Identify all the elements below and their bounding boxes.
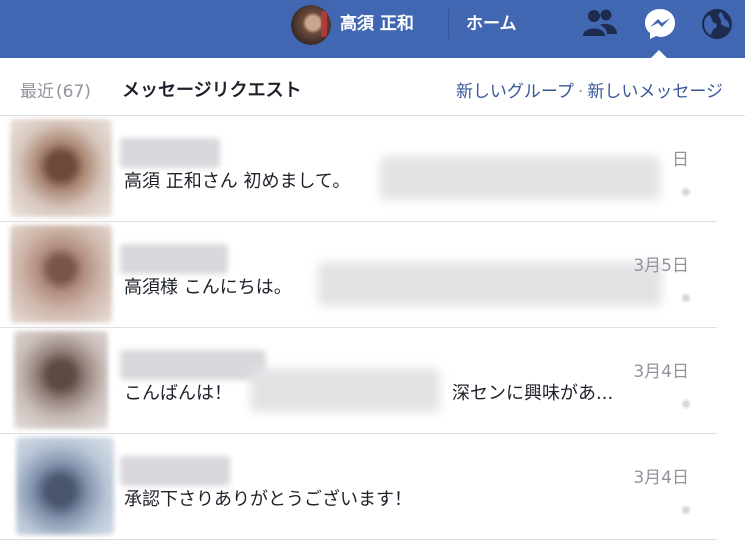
list-item[interactable]: 高須 正和さん 初めまして。 日 bbox=[0, 116, 717, 222]
message-date: 3月5日 bbox=[633, 256, 689, 276]
message-preview: 高須様 こんにちは。 bbox=[124, 277, 292, 298]
avatar bbox=[14, 331, 108, 429]
sender-name-redacted bbox=[120, 350, 266, 380]
top-navigation-bar: 高須 正和 ホーム bbox=[0, 0, 745, 59]
message-preview-tail: 深センに興味があ... bbox=[452, 383, 614, 404]
messages-header: 最近 (67) メッセージリクエスト 新しいグループ · 新しいメッセージ bbox=[0, 58, 745, 116]
message-date: 3月4日 bbox=[633, 468, 689, 488]
message-date: 3月4日 bbox=[633, 362, 689, 382]
avatar bbox=[10, 225, 112, 323]
tab-recent[interactable]: 最近 (67) bbox=[20, 77, 91, 102]
sender-name-redacted bbox=[120, 456, 230, 486]
list-item[interactable]: こんばんは！ 深センに興味があ... 3月4日 bbox=[0, 328, 717, 434]
message-preview: こんばんは！ bbox=[124, 383, 232, 404]
avatar bbox=[10, 119, 112, 217]
mark-read-icon[interactable] bbox=[681, 399, 691, 409]
messenger-icon[interactable] bbox=[640, 4, 680, 44]
header-actions: 新しいグループ · 新しいメッセージ bbox=[456, 77, 723, 102]
avatar bbox=[16, 437, 114, 535]
message-redacted bbox=[318, 262, 662, 306]
new-group-link[interactable]: 新しいグループ bbox=[456, 82, 574, 102]
profile-avatar[interactable] bbox=[291, 5, 331, 45]
profile-name-link[interactable]: 高須 正和 bbox=[340, 11, 414, 37]
tab-recent-label: 最近 bbox=[20, 82, 54, 102]
globe-icon[interactable] bbox=[697, 4, 737, 44]
tab-message-requests[interactable]: メッセージリクエスト bbox=[122, 76, 302, 102]
mark-read-icon[interactable] bbox=[681, 505, 691, 515]
separator-dot: · bbox=[577, 82, 584, 102]
new-message-link[interactable]: 新しいメッセージ bbox=[587, 82, 723, 102]
sender-name-redacted bbox=[120, 138, 220, 168]
message-redacted bbox=[380, 156, 660, 200]
list-item[interactable]: 承認下さりありがとうございます！ 3月4日 bbox=[0, 434, 717, 540]
nav-divider bbox=[448, 9, 449, 39]
mark-read-icon[interactable] bbox=[681, 187, 691, 197]
message-redacted bbox=[250, 368, 440, 412]
message-preview: 承認下さりありがとうございます！ bbox=[124, 489, 412, 510]
message-preview: 高須 正和さん 初めまして。 bbox=[124, 171, 351, 192]
home-link[interactable]: ホーム bbox=[466, 11, 517, 37]
list-item[interactable]: 高須様 こんにちは。 3月5日 bbox=[0, 222, 717, 328]
tab-recent-count: (67) bbox=[56, 82, 91, 102]
friends-icon[interactable] bbox=[580, 4, 620, 44]
mark-read-icon[interactable] bbox=[681, 293, 691, 303]
message-date: 日 bbox=[672, 150, 689, 170]
sender-name-redacted bbox=[120, 244, 228, 274]
